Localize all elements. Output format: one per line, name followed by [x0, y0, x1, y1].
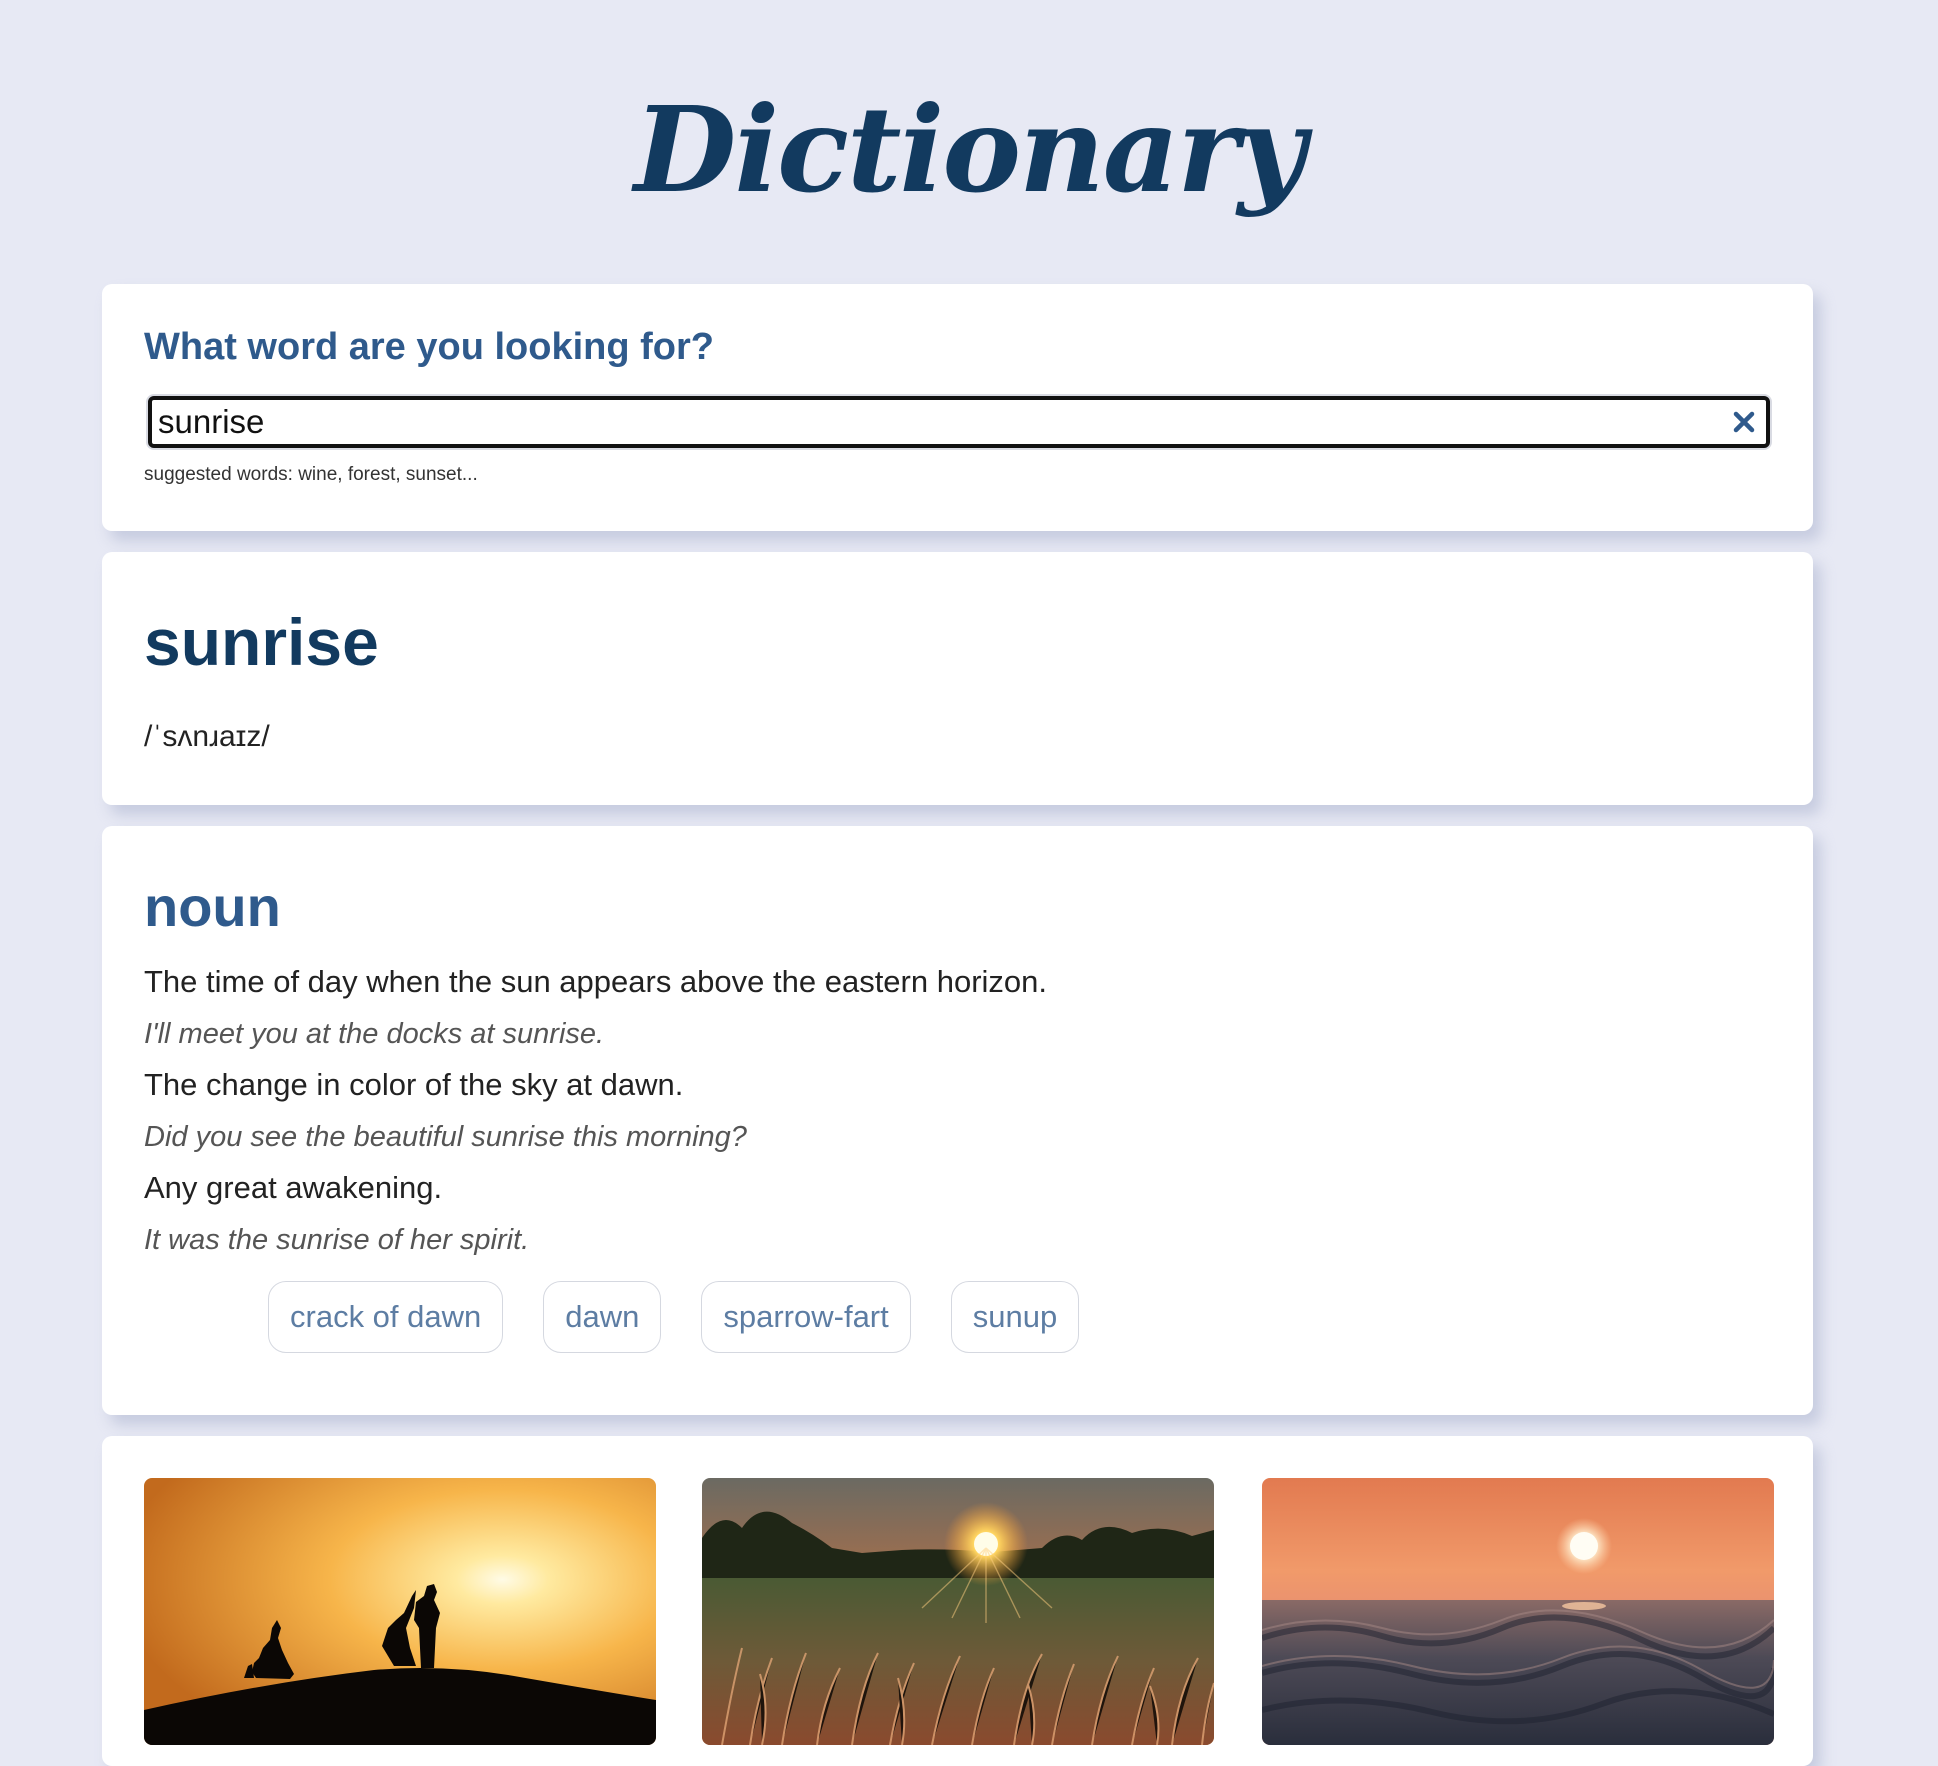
search-input[interactable] — [158, 400, 1718, 444]
search-box — [148, 396, 1770, 448]
example: I'll meet you at the docks at sunrise. — [144, 1018, 605, 1050]
word-title: sunrise — [144, 605, 379, 679]
suggested-words: suggested words: wine, forest, sunset... — [144, 464, 478, 485]
app-title: Dictionary — [633, 80, 1306, 219]
close-icon[interactable] — [1728, 406, 1760, 438]
synonym-chip[interactable]: sunup — [950, 1281, 1080, 1353]
phonetic: /ˈsʌnɹaɪz/ — [144, 720, 270, 753]
synonym-chip[interactable]: crack of dawn — [268, 1281, 504, 1353]
word-card: sunrise /ˈsʌnɹaɪz/ — [102, 552, 1813, 805]
photos-card — [102, 1436, 1813, 1766]
part-of-speech: noun — [144, 875, 281, 938]
definition: Any great awakening. — [144, 1170, 443, 1205]
definition: The time of day when the sun appears abo… — [144, 964, 1048, 999]
sunrise-photo — [702, 1478, 1214, 1745]
meaning-card: noun The time of day when the sun appear… — [102, 826, 1813, 1415]
example: It was the sunrise of her spirit. — [144, 1224, 530, 1256]
sunrise-photo — [144, 1478, 656, 1745]
example: Did you see the beautiful sunrise this m… — [144, 1121, 747, 1153]
definition: The change in color of the sky at dawn. — [144, 1067, 684, 1102]
definition-list: The time of day when the sun appears abo… — [144, 964, 1047, 1273]
sunrise-photo — [1262, 1478, 1774, 1745]
search-card: What word are you looking for? suggested… — [102, 284, 1813, 531]
synonym-list: crack of dawn dawn sparrow-fart sunup — [268, 1281, 1080, 1353]
search-heading: What word are you looking for? — [144, 326, 714, 368]
synonym-chip[interactable]: sparrow-fart — [701, 1281, 911, 1353]
synonym-chip[interactable]: dawn — [543, 1281, 662, 1353]
